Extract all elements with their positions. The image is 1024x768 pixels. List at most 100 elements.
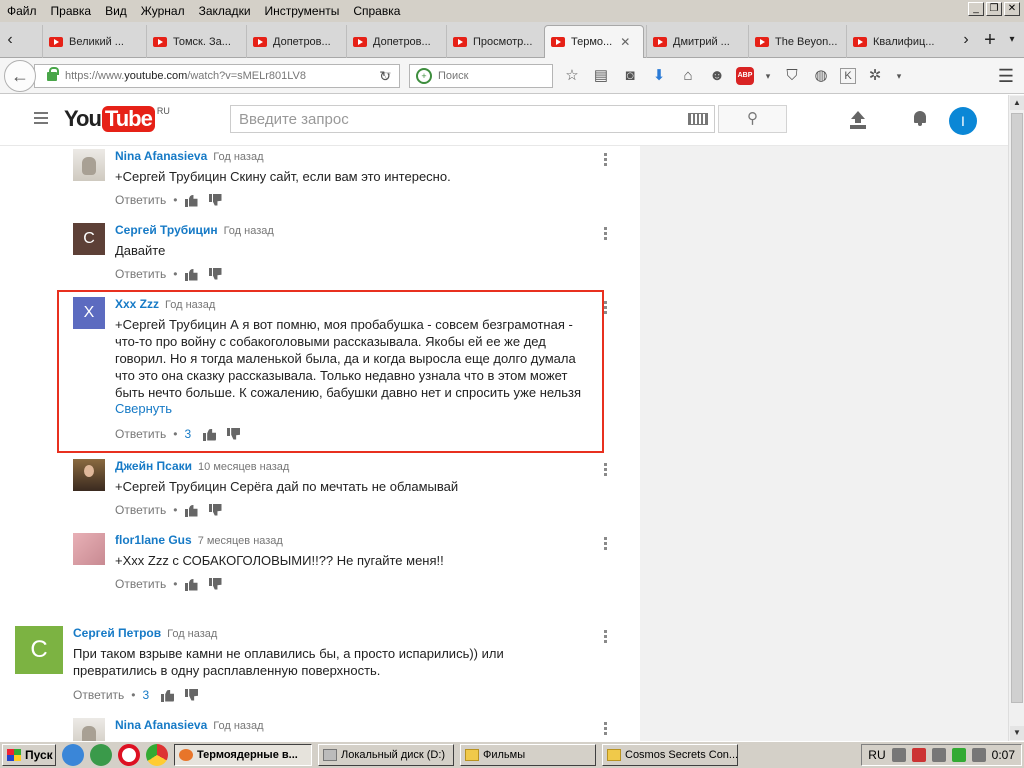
smiley-icon[interactable]: ☻ xyxy=(707,66,727,86)
comment-menu-icon[interactable] xyxy=(604,463,608,477)
tab-3[interactable]: Допетров... xyxy=(246,25,346,58)
dislike-icon[interactable] xyxy=(208,193,223,207)
tab-6-active[interactable]: Термо... ✕ xyxy=(544,25,644,58)
globe-icon[interactable]: ◍ xyxy=(811,66,831,86)
internet-explorer-icon[interactable] xyxy=(62,744,84,766)
globe-browser-icon[interactable] xyxy=(90,744,112,766)
start-button[interactable]: Пуск xyxy=(2,744,56,766)
youtube-search-input[interactable]: Введите запрос xyxy=(230,105,715,133)
search-engine-icon[interactable]: + xyxy=(416,68,432,84)
menu-history[interactable]: Журнал xyxy=(134,4,192,18)
scroll-thumb[interactable] xyxy=(1011,113,1023,703)
clock[interactable]: 0:07 xyxy=(992,748,1015,762)
tray-update-icon[interactable] xyxy=(971,748,986,762)
comment-menu-icon[interactable] xyxy=(604,153,608,167)
notifications-bell-icon[interactable] xyxy=(912,109,928,127)
tab-7[interactable]: Дмитрий ... xyxy=(646,25,746,58)
home-icon[interactable]: ⌂ xyxy=(678,66,698,86)
comment-time[interactable]: 10 месяцев назад xyxy=(198,461,289,473)
menu-view[interactable]: Вид xyxy=(98,4,134,18)
adblock-icon[interactable]: ABP xyxy=(736,67,754,85)
menu-bookmarks[interactable]: Закладки xyxy=(192,4,258,18)
comment-time[interactable]: Год назад xyxy=(213,151,263,163)
close-tab-icon[interactable]: ✕ xyxy=(620,35,630,49)
dislike-icon[interactable] xyxy=(208,577,223,591)
comment-author[interactable]: Сергей Трубицин xyxy=(115,223,218,237)
opera-icon[interactable] xyxy=(118,744,140,766)
dislike-icon[interactable] xyxy=(185,688,199,702)
minimize-button[interactable]: _ xyxy=(968,2,984,16)
reading-list-icon[interactable]: ▤ xyxy=(591,66,611,86)
page-scrollbar[interactable]: ▲ ▼ xyxy=(1008,95,1024,741)
reload-icon[interactable]: ↻ xyxy=(372,64,398,88)
like-icon[interactable] xyxy=(161,689,175,702)
back-button[interactable]: ← xyxy=(4,60,36,92)
tabs-scroll-left-icon[interactable]: ‹ xyxy=(0,22,20,58)
scroll-up-icon[interactable]: ▲ xyxy=(1010,96,1024,110)
chrome-icon[interactable] xyxy=(146,744,168,766)
taskbar-item-films[interactable]: Фильмы xyxy=(460,744,596,766)
like-icon[interactable] xyxy=(184,194,199,207)
comment-author[interactable]: Nina Afanasieva xyxy=(115,149,207,163)
language-indicator[interactable]: RU xyxy=(868,748,885,762)
avatar[interactable]: С xyxy=(15,626,63,674)
close-window-button[interactable]: ✕ xyxy=(1004,2,1020,16)
network-icon[interactable] xyxy=(931,748,946,762)
menu-edit[interactable]: Правка xyxy=(44,4,99,18)
menu-help[interactable]: Справка xyxy=(346,4,407,18)
dislike-icon[interactable] xyxy=(208,267,223,281)
tab-1[interactable]: Великий ... xyxy=(42,25,142,58)
reply-button[interactable]: Ответить xyxy=(115,267,166,281)
avatar[interactable]: С xyxy=(73,223,105,255)
comment-author[interactable]: Nina Afanasieva xyxy=(115,718,207,732)
menu-file[interactable]: Файл xyxy=(0,4,44,18)
tab-8[interactable]: The Beyon... xyxy=(748,25,844,58)
comment-time[interactable]: 7 месяцев назад xyxy=(198,535,283,547)
scroll-down-icon[interactable]: ▼ xyxy=(1010,726,1024,740)
tab-2[interactable]: Томск. За... xyxy=(146,25,246,58)
tab-list-icon[interactable]: ▾ xyxy=(1002,22,1022,58)
comment-menu-icon[interactable] xyxy=(604,722,608,736)
restore-button[interactable]: ❐ xyxy=(986,2,1002,16)
avatar[interactable] xyxy=(73,459,105,491)
comment-author[interactable]: Джейн Псаки xyxy=(115,459,192,473)
comment-menu-icon[interactable] xyxy=(604,227,608,241)
like-icon[interactable] xyxy=(184,268,199,281)
comment-author[interactable]: flor1lane Gus xyxy=(115,533,192,547)
reply-button[interactable]: Ответить xyxy=(73,688,124,702)
comment-time[interactable]: Год назад xyxy=(224,225,274,237)
taskbar-item-firefox[interactable]: Термоядерные в... xyxy=(174,744,312,766)
tab-9[interactable]: Квалифиц... xyxy=(846,25,950,58)
comment-time[interactable]: Год назад xyxy=(167,628,217,640)
browser-search-input[interactable] xyxy=(438,70,538,82)
keyboard-icon[interactable] xyxy=(688,113,708,125)
url-bar[interactable]: https://www.youtube.com/watch?v=sMELr801… xyxy=(34,64,400,88)
tabs-scroll-right-icon[interactable]: › xyxy=(956,22,976,58)
browser-search-box[interactable]: + xyxy=(409,64,553,88)
avatar[interactable] xyxy=(73,718,105,741)
guide-menu-icon[interactable] xyxy=(34,112,48,124)
like-icon[interactable] xyxy=(184,578,199,591)
new-tab-icon[interactable]: + xyxy=(980,22,1000,58)
reply-button[interactable]: Ответить xyxy=(115,577,166,591)
tab-5[interactable]: Просмотр... xyxy=(446,25,544,58)
comment-menu-icon[interactable] xyxy=(604,537,608,551)
account-avatar[interactable]: I xyxy=(949,107,977,135)
volume-icon[interactable] xyxy=(891,748,906,762)
comment-menu-icon[interactable] xyxy=(604,301,608,315)
youtube-logo[interactable]: You Tube RU xyxy=(64,106,170,132)
pocket-icon[interactable]: ◙ xyxy=(620,66,640,86)
downloads-icon[interactable]: ⬇ xyxy=(649,66,669,86)
like-icon[interactable] xyxy=(184,504,199,517)
antivirus-icon[interactable] xyxy=(911,748,926,762)
reply-button[interactable]: Ответить xyxy=(115,503,166,517)
taskbar-item-local-disk[interactable]: Локальный диск (D:) xyxy=(318,744,454,766)
bug-icon[interactable]: ✲ xyxy=(865,66,885,86)
shield-icon[interactable]: ⛉ xyxy=(782,66,802,86)
comment-author[interactable]: Сергей Петров xyxy=(73,626,161,640)
youtube-search-button[interactable]: ⚲ xyxy=(718,105,787,133)
taskbar-item-cosmos[interactable]: Cosmos Secrets Con... xyxy=(602,744,738,766)
dislike-icon[interactable] xyxy=(208,503,223,517)
tray-app-icon[interactable] xyxy=(951,748,966,762)
comment-menu-icon[interactable] xyxy=(604,630,608,644)
